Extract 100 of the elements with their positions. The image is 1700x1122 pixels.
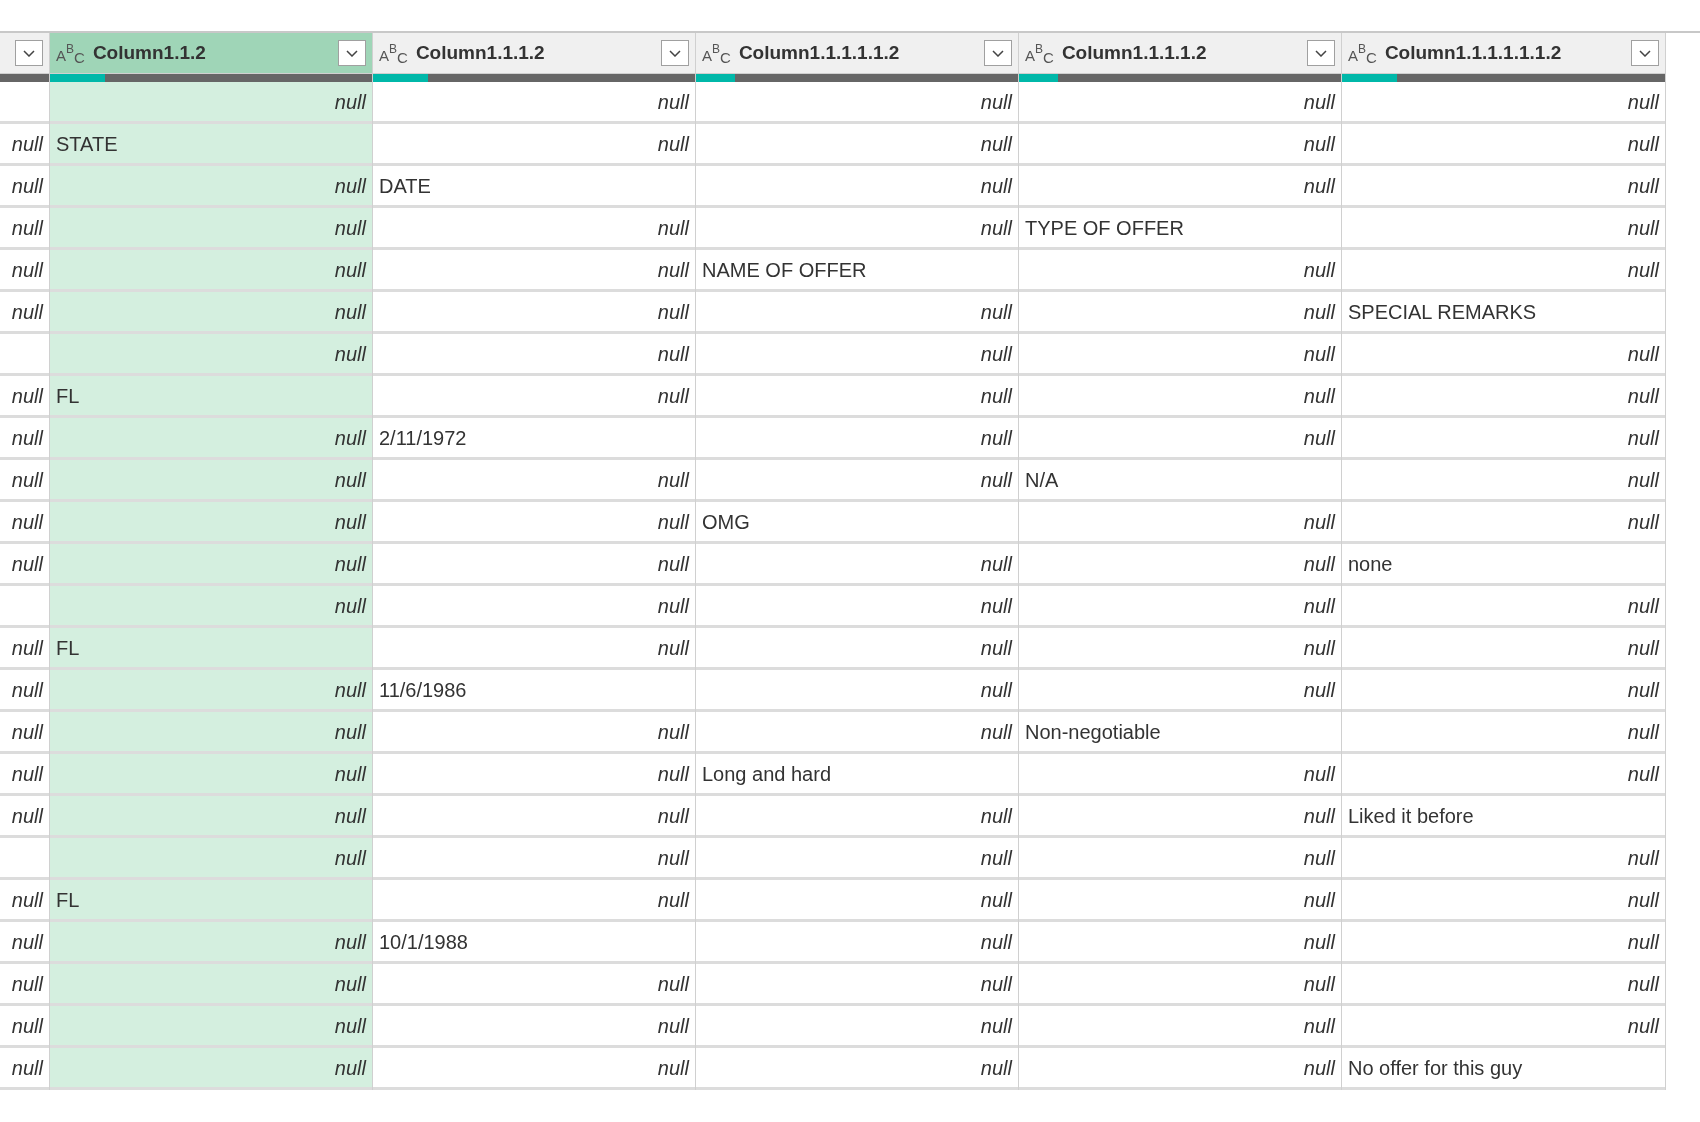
null-value: null (980, 677, 1012, 703)
dropdown-button[interactable] (1631, 40, 1659, 66)
null-value: null (980, 803, 1012, 829)
null-value: null (1627, 89, 1659, 115)
null-value: null (334, 173, 366, 199)
null-value: null (980, 341, 1012, 367)
null-value: null (11, 467, 43, 493)
dropdown-button[interactable] (1307, 40, 1335, 66)
table-cell-text: FL (56, 635, 80, 661)
null-value: null (657, 509, 689, 535)
null-value: null (1627, 887, 1659, 913)
caret-icon (1315, 49, 1327, 57)
null-value: null (11, 131, 43, 157)
null-value: null (334, 971, 366, 997)
table-cell-text: Long and hard (702, 761, 831, 787)
null-value: null (1303, 509, 1335, 535)
null-value: null (980, 551, 1012, 577)
null-value: null (980, 467, 1012, 493)
null-value: null (657, 299, 689, 325)
null-value: null (657, 719, 689, 745)
null-value: null (1303, 677, 1335, 703)
null-value: null (11, 299, 43, 325)
column-title: Column1.1.1.1.2 (1061, 40, 1208, 65)
null-value: null (657, 215, 689, 241)
null-value: null (1303, 1055, 1335, 1081)
null-value: null (334, 761, 366, 787)
null-value: null (1303, 131, 1335, 157)
dropdown-button[interactable] (661, 40, 689, 66)
null-value: null (334, 845, 366, 871)
null-value: null (1303, 383, 1335, 409)
null-value: null (1303, 971, 1335, 997)
null-value: null (11, 719, 43, 745)
null-value: null (657, 593, 689, 619)
null-value: null (1627, 1013, 1659, 1039)
null-value: null (1627, 929, 1659, 955)
null-value: null (1303, 635, 1335, 661)
null-value: null (657, 383, 689, 409)
null-value: null (657, 131, 689, 157)
null-value: null (980, 215, 1012, 241)
null-value: null (980, 173, 1012, 199)
null-value: null (1303, 593, 1335, 619)
null-value: null (1303, 761, 1335, 787)
column-header[interactable] (0, 33, 49, 74)
null-value: null (11, 509, 43, 535)
null-value: null (980, 1055, 1012, 1081)
table-cell-text: none (1348, 551, 1393, 577)
dropdown-button[interactable] (338, 40, 366, 66)
null-value: null (657, 341, 689, 367)
null-value: null (657, 803, 689, 829)
table-cell-text: DATE (379, 173, 431, 199)
table-cell-text: SPECIAL REMARKS (1348, 299, 1537, 325)
null-value: null (1627, 425, 1659, 451)
null-value: null (334, 257, 366, 283)
caret-icon (669, 49, 681, 57)
null-value: null (657, 1055, 689, 1081)
table-cell-text: Non-negotiable (1025, 719, 1161, 745)
null-value: null (1627, 635, 1659, 661)
column-title: Column1.1.1.2 (415, 40, 546, 65)
null-value: null (1303, 1013, 1335, 1039)
null-value: null (980, 131, 1012, 157)
null-value: null (657, 89, 689, 115)
table-cell-text: No offer for this guy (1348, 1055, 1523, 1081)
null-value: null (980, 425, 1012, 451)
null-value: null (334, 299, 366, 325)
null-value: null (334, 551, 366, 577)
table-cell-text: FL (56, 383, 80, 409)
null-value: null (1627, 383, 1659, 409)
null-value: null (1627, 215, 1659, 241)
null-value: null (657, 761, 689, 787)
table-cell-text: FL (56, 887, 80, 913)
column-title: Column1.1.1.1.1.2 (738, 40, 901, 65)
null-value: null (1303, 341, 1335, 367)
null-value: null (1303, 425, 1335, 451)
null-value: null (657, 845, 689, 871)
null-value: null (1627, 509, 1659, 535)
null-value: null (334, 719, 366, 745)
null-value: null (1303, 173, 1335, 199)
table-cell-text: TYPE OF OFFER (1025, 215, 1184, 241)
null-value: null (11, 971, 43, 997)
null-value: null (11, 257, 43, 283)
null-value: null (1303, 845, 1335, 871)
null-value: null (334, 509, 366, 535)
null-value: null (1627, 131, 1659, 157)
null-value: null (657, 551, 689, 577)
dropdown-button[interactable] (984, 40, 1012, 66)
null-value: null (334, 677, 366, 703)
null-value: null (334, 425, 366, 451)
null-value: null (980, 299, 1012, 325)
null-value: null (657, 1013, 689, 1039)
null-value: null (657, 971, 689, 997)
null-value: null (980, 635, 1012, 661)
table-cell-text: 2/11/1972 (379, 425, 467, 451)
null-value: null (11, 173, 43, 199)
null-value: null (11, 677, 43, 703)
null-value: null (334, 803, 366, 829)
null-value: null (980, 719, 1012, 745)
table-cell-text: 11/6/1986 (379, 677, 467, 703)
null-value: null (1627, 677, 1659, 703)
table-cell-text: 10/1/1988 (379, 929, 468, 955)
dropdown-button[interactable] (15, 40, 43, 66)
